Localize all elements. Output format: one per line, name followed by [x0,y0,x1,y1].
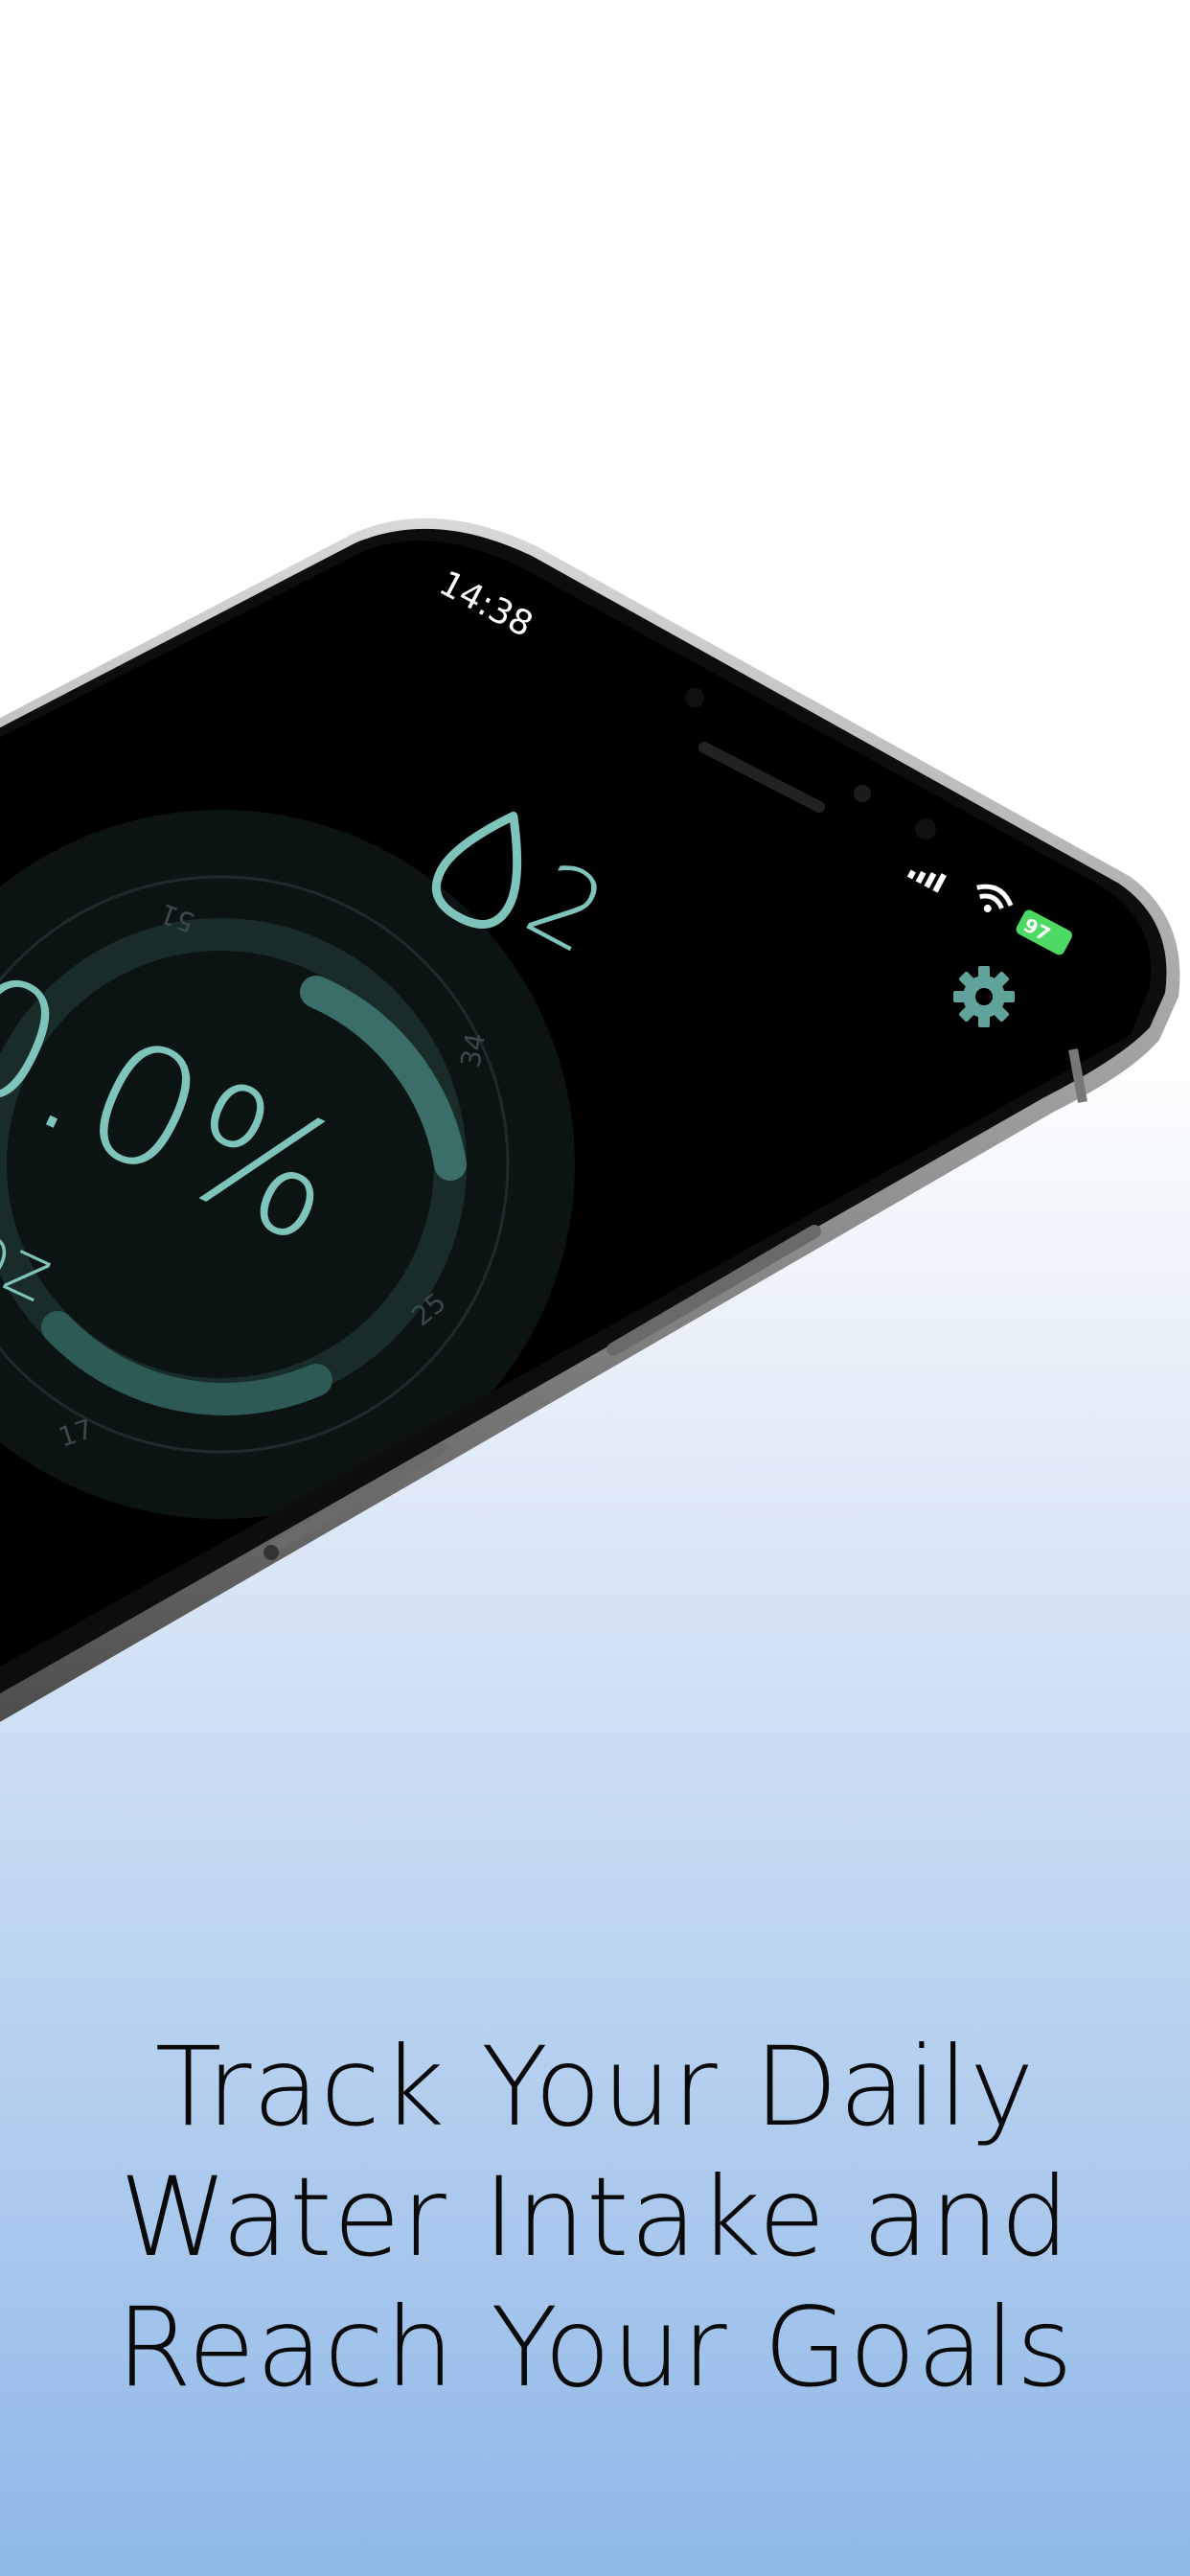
sensor-dot [685,688,704,707]
gear-icon[interactable] [953,966,1015,1027]
dial-tick-label: 34 [454,1030,492,1070]
mute-switch [263,1545,279,1560]
promo-scene: 51 34 25 17 0.0% oz 2 14:38 97 Track You… [0,0,1190,2576]
sensor-dot [915,818,936,840]
headline-line: Water Intake and [119,2153,1071,2281]
headline-line: Track Your Daily [154,2023,1036,2150]
headline-line: Reach Your Goals [116,2284,1074,2411]
headline: Track Your Daily Water Intake and Reach … [0,2022,1190,2413]
camera-dot [854,785,871,802]
